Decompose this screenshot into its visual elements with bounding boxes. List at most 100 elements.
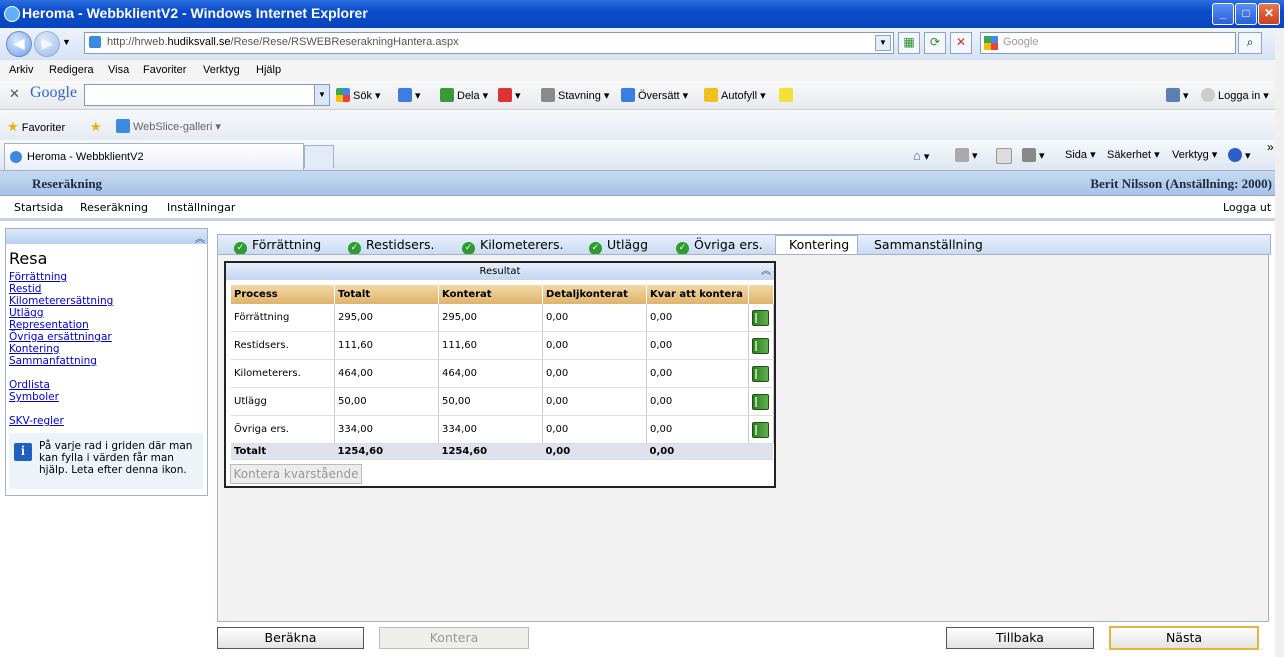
menu-visa[interactable]: Visa xyxy=(108,64,129,76)
book-icon[interactable] xyxy=(752,309,769,326)
menu-verktyg[interactable]: Verktyg xyxy=(203,64,240,76)
history-dropdown-icon[interactable]: ▼ xyxy=(62,37,71,47)
google-search-input[interactable]: ▼ xyxy=(84,84,330,106)
help-button[interactable]: ▾ xyxy=(1228,148,1251,162)
search-icon[interactable]: ⌕ xyxy=(1238,32,1262,54)
nav-startsida[interactable]: Startsida xyxy=(14,201,63,214)
collapse-icon[interactable]: ︽ xyxy=(195,230,205,245)
login-button[interactable]: Logga in ▾ xyxy=(1201,88,1269,102)
tab-sammanstallning[interactable]: Sammanställning xyxy=(874,237,983,252)
compat-icon[interactable]: ▦ xyxy=(898,32,920,54)
menu-hjalp[interactable]: Hjälp xyxy=(256,64,281,76)
wrench-button[interactable]: ▾ xyxy=(1166,88,1189,102)
page-menu[interactable]: Sida ▾ xyxy=(1065,148,1096,161)
share-button[interactable]: Dela ▾ xyxy=(440,88,488,102)
plus-button[interactable]: ▾ xyxy=(398,88,421,102)
book-icon[interactable] xyxy=(752,393,769,410)
refresh-icon[interactable]: ⟳ xyxy=(924,32,946,54)
autofill-label: Autofyll xyxy=(721,90,758,102)
book-icon[interactable] xyxy=(752,337,769,354)
sidebar-link-kilometer[interactable]: Kilometerersättning xyxy=(9,295,113,307)
nav-reserakning[interactable]: Reseräkning xyxy=(80,201,148,214)
tab-kilometerers[interactable]: ✓ Kilometerers. xyxy=(462,237,563,255)
webslice-icon xyxy=(116,119,130,133)
tab-forrattning[interactable]: ✓ Förrättning xyxy=(234,237,321,255)
menu-bar: Arkiv Redigera Visa Favoriter Verktyg Hj… xyxy=(0,60,1284,81)
chevron-more-icon[interactable]: » xyxy=(1267,140,1274,154)
url-dropdown-icon[interactable]: ▼ xyxy=(875,35,891,51)
home-button[interactable]: ⌂ ▾ xyxy=(913,148,929,163)
close-window-button[interactable]: ✕ xyxy=(1258,3,1280,25)
nav-installningar[interactable]: Inställningar xyxy=(167,201,235,214)
spellcheck-button[interactable]: Stavning ▾ xyxy=(541,88,609,102)
mail-button[interactable] xyxy=(996,148,1015,164)
sidebar-link-sammanfattning[interactable]: Sammanfattning xyxy=(9,355,97,367)
new-tab-button[interactable] xyxy=(304,145,334,168)
close-toolbar-icon[interactable]: ✕ xyxy=(9,86,20,102)
collapse-icon[interactable]: ︽ xyxy=(761,263,771,280)
scrollbar[interactable] xyxy=(1275,28,1284,657)
logout-link[interactable]: Logga ut xyxy=(1223,201,1271,214)
kontera-kvarstaende-button[interactable]: Kontera kvarstående xyxy=(230,464,362,484)
book-icon[interactable] xyxy=(752,421,769,438)
printer-icon xyxy=(1022,148,1036,162)
sidebar-link-restid[interactable]: Restid xyxy=(9,283,41,295)
col-header-icon xyxy=(748,285,773,304)
menu-arkiv[interactable]: Arkiv xyxy=(9,64,33,76)
maximize-button[interactable]: □ xyxy=(1235,3,1257,25)
webslice-button[interactable]: WebSlice-galleri ▾ xyxy=(116,119,221,133)
ie-logo-icon xyxy=(4,6,20,22)
table-row: Övriga ers. 334,00 334,00 0,00 0,00 xyxy=(231,415,774,444)
calculate-button[interactable]: Beräkna xyxy=(217,627,364,649)
search-placeholder: Google xyxy=(1003,36,1039,48)
minimize-button[interactable]: _ xyxy=(1212,3,1234,25)
add-favorite-button[interactable]: ★ xyxy=(90,119,102,135)
tab-restidsers-label: Restidsers. xyxy=(366,237,435,252)
back-icon[interactable]: ◀ xyxy=(6,31,32,57)
highlight-button[interactable] xyxy=(779,88,796,102)
webslice-label: WebSlice-galleri xyxy=(133,121,213,133)
sidebar-link-ordlista[interactable]: Ordlista xyxy=(9,379,50,391)
col-header: Kvar att kontera xyxy=(646,285,749,304)
tab-page-icon xyxy=(10,151,22,163)
spellcheck-icon xyxy=(541,88,555,102)
google-search-dropdown-icon[interactable]: ▼ xyxy=(314,85,329,105)
translate-button[interactable]: Översätt ▾ xyxy=(621,88,688,102)
sidebar-link-utlagg[interactable]: Utlägg xyxy=(9,307,43,319)
next-button[interactable]: Nästa xyxy=(1109,626,1259,650)
back-button[interactable]: Tillbaka xyxy=(946,627,1094,649)
sidebar-link-skv[interactable]: SKV-regler xyxy=(9,415,64,427)
sidebar-link-symboler[interactable]: Symboler xyxy=(9,391,59,403)
tab-kontering[interactable]: Kontering xyxy=(789,237,849,252)
print-button[interactable]: ▾ xyxy=(1022,148,1045,162)
tab-ovriga[interactable]: ✓ Övriga ers. xyxy=(676,237,763,255)
popup-button[interactable]: ▾ xyxy=(498,88,521,102)
col-header: Konterat xyxy=(438,285,543,304)
add-star-icon: ★ xyxy=(90,119,102,134)
sidebar-link-forrattning[interactable]: Förrättning xyxy=(9,271,67,283)
book-icon[interactable] xyxy=(752,365,769,382)
search-input[interactable]: Google xyxy=(980,32,1236,54)
security-menu[interactable]: Säkerhet ▾ xyxy=(1107,148,1160,161)
cell-action xyxy=(748,304,774,332)
stop-icon[interactable]: ✕ xyxy=(950,32,972,54)
menu-redigera[interactable]: Redigera xyxy=(49,64,94,76)
sidebar-link-kontering[interactable]: Kontering xyxy=(9,343,60,355)
favorites-button[interactable]: ★ Favoriter xyxy=(7,119,65,135)
feeds-button[interactable]: ▾ xyxy=(955,148,978,162)
kontera-button[interactable]: Kontera xyxy=(379,627,529,649)
cell: 1254,60 xyxy=(438,443,543,460)
favorites-bar: ★ Favoriter ★ WebSlice-galleri ▾ xyxy=(0,110,1284,140)
sidebar-link-ovriga[interactable]: Övriga ersättningar xyxy=(9,331,112,343)
autofill-button[interactable]: Autofyll ▾ xyxy=(704,88,766,102)
tab-restidsers[interactable]: ✓ Restidsers. xyxy=(348,237,434,255)
menu-favoriter[interactable]: Favoriter xyxy=(143,64,186,76)
search-button[interactable]: Sök ▾ xyxy=(336,88,381,102)
sidebar-link-representation[interactable]: Representation xyxy=(9,319,89,331)
tab-utlagg[interactable]: ✓ Utlägg xyxy=(589,237,648,255)
forward-icon[interactable]: ▶ xyxy=(34,31,60,57)
tab-heroma[interactable]: Heroma - WebbklientV2 xyxy=(4,143,304,170)
url-field[interactable]: http://hrweb.hudiksvall.se/Rese/Rese/RSW… xyxy=(84,32,894,54)
table-row: Förrättning 295,00 295,00 0,00 0,00 xyxy=(231,304,774,332)
tools-menu[interactable]: Verktyg ▾ xyxy=(1172,148,1217,161)
